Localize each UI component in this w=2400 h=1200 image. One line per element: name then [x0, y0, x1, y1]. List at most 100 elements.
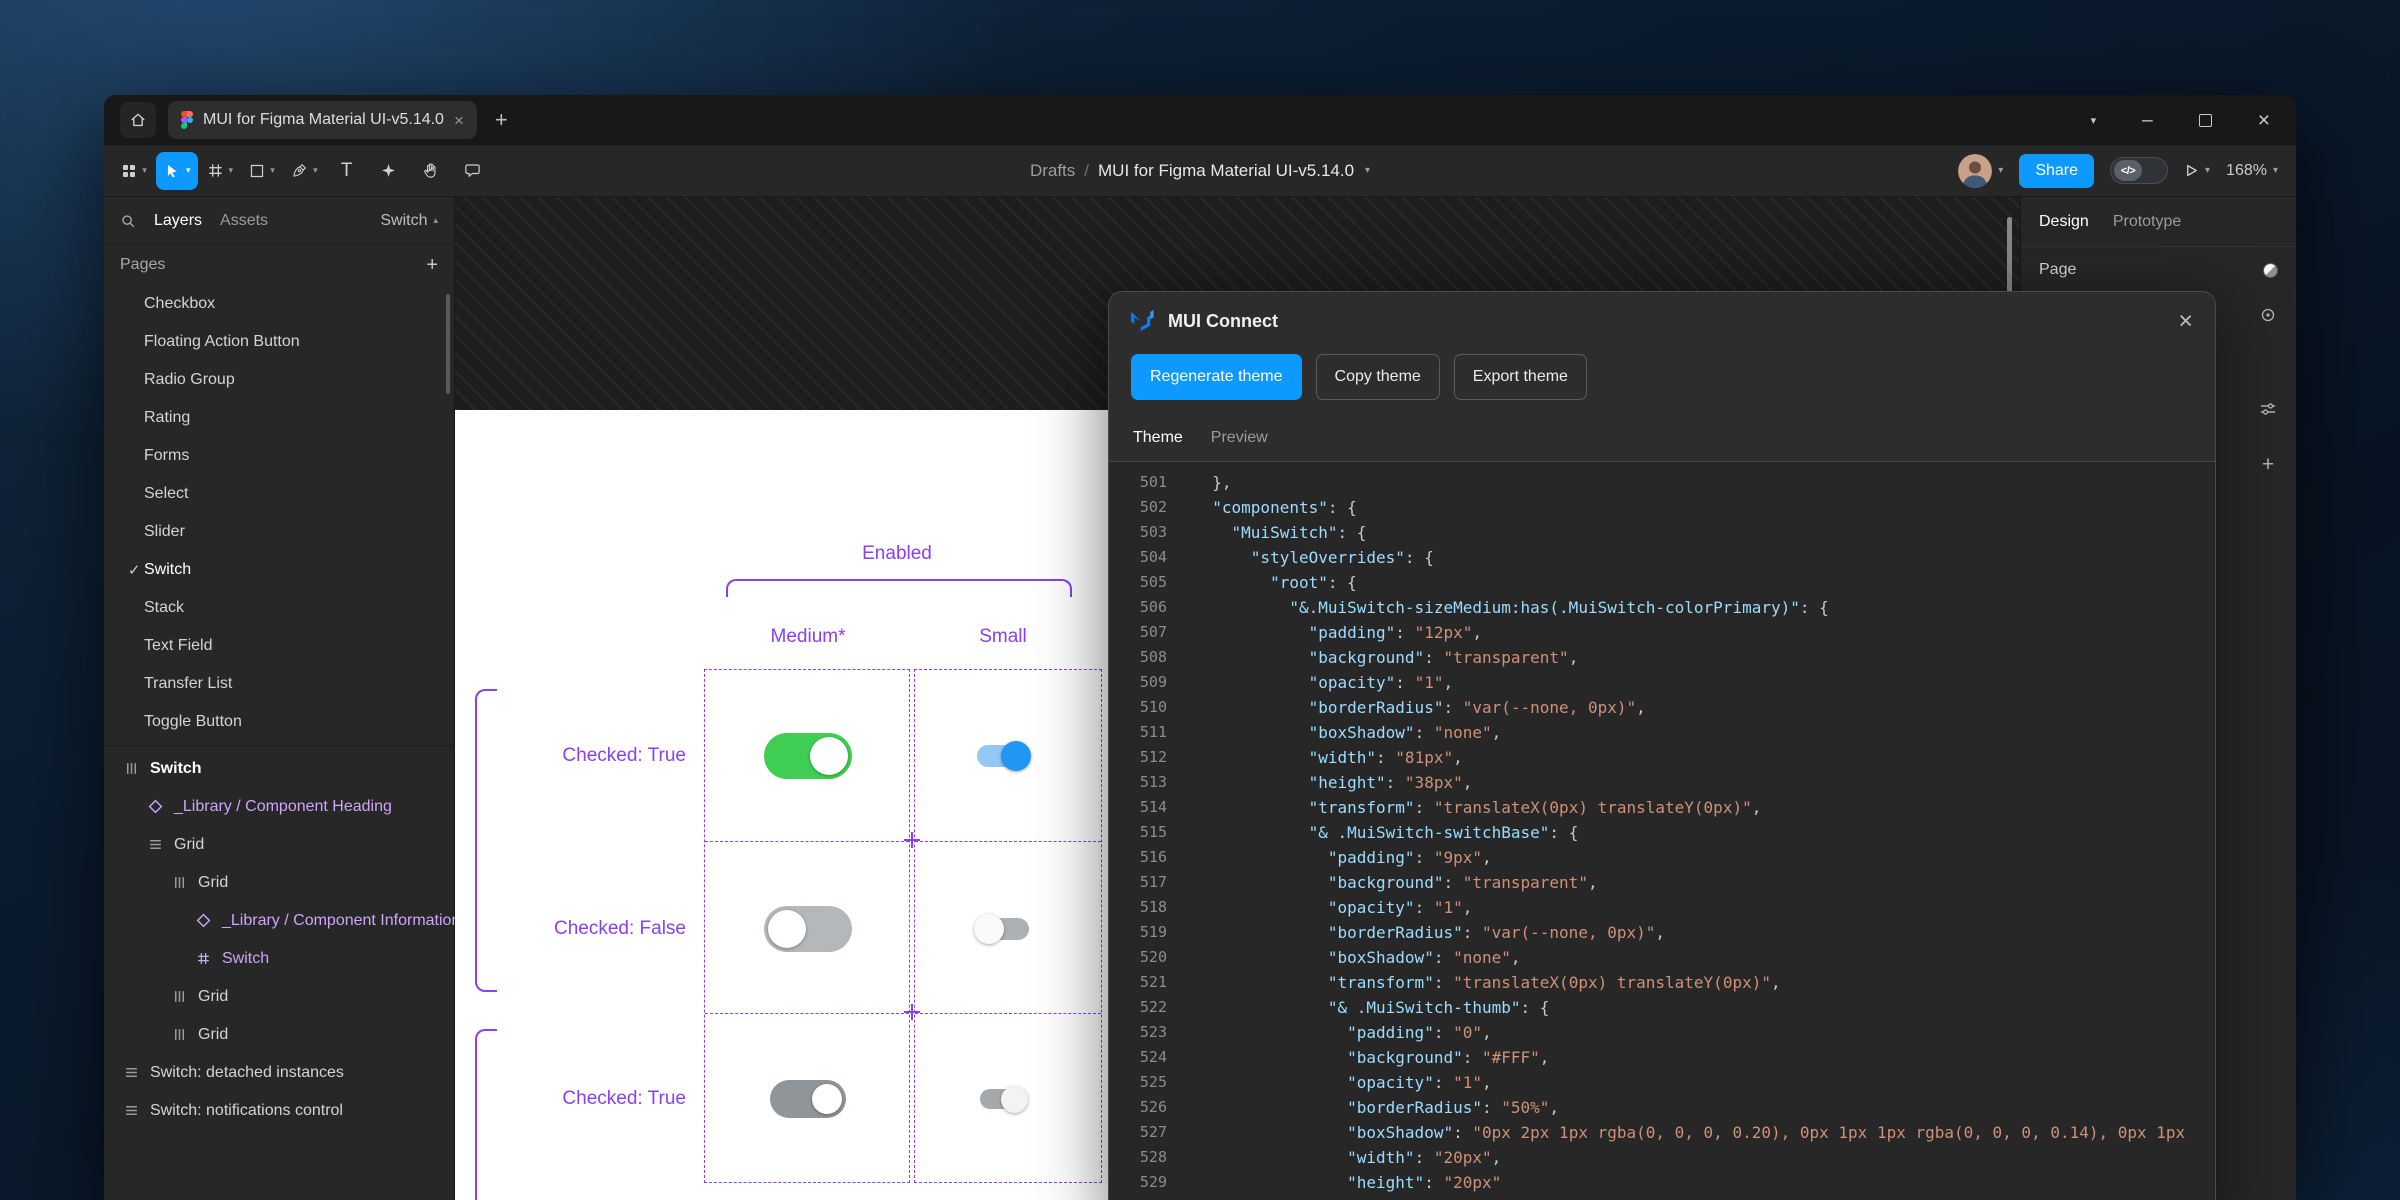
code-text: "padding": "9px",	[1167, 845, 1492, 870]
layer-item[interactable]: _Library / Component Information	[104, 902, 454, 940]
layer-item[interactable]: _Library / Component Heading	[104, 788, 454, 826]
layer-item[interactable]: Switch: notifications control	[104, 1092, 454, 1130]
code-line: 519 "borderRadius": "var(--none, 0px)",	[1109, 920, 2215, 945]
target-icon[interactable]	[2256, 303, 2280, 327]
file-tab[interactable]: MUI for Figma Material UI-v5.14.0 ×	[168, 101, 477, 139]
modal-header: MUI Connect ×	[1109, 292, 2215, 350]
comment-tool[interactable]	[453, 152, 493, 190]
code-line: 525 "opacity": "1",	[1109, 1070, 2215, 1095]
account-menu[interactable]: ▾	[1958, 154, 2003, 188]
tab-preview[interactable]: Preview	[1211, 429, 1268, 447]
switch-small-unchecked[interactable]	[977, 918, 1029, 940]
layer-item[interactable]: Grid	[104, 826, 454, 864]
tab-close-icon[interactable]: ×	[454, 112, 464, 129]
pen-tool[interactable]: ▾	[284, 152, 325, 190]
copy-theme-button[interactable]: Copy theme	[1316, 354, 1440, 400]
tool-group: ▾ ▾ ▾ ▾ ▾ T	[114, 145, 493, 196]
zoom-menu[interactable]: 168% ▾	[2226, 162, 2278, 180]
cursor-icon	[163, 162, 181, 180]
page-item[interactable]: Forms	[104, 437, 454, 475]
breadcrumb: Drafts / MUI for Figma Material UI-v5.14…	[1030, 145, 1370, 196]
layer-item[interactable]: Grid	[104, 978, 454, 1016]
tab-assets[interactable]: Assets	[220, 212, 268, 230]
right-panel-tabs: Design Prototype	[2021, 197, 2296, 247]
page-item[interactable]: Text Field	[104, 627, 454, 665]
page-item[interactable]: Transfer List	[104, 665, 454, 703]
layer-item[interactable]: Grid	[104, 1016, 454, 1054]
page-context-dropdown[interactable]: Switch ▴	[380, 212, 438, 230]
new-tab-button[interactable]: +	[495, 109, 508, 131]
layer-item[interactable]: Grid	[104, 864, 454, 902]
page-item[interactable]: ✓Switch	[104, 551, 454, 589]
share-button[interactable]: Share	[2019, 154, 2094, 188]
rectangle-icon	[249, 163, 265, 179]
page-item[interactable]: Toggle Button	[104, 703, 454, 741]
page-item[interactable]: Checkbox	[104, 285, 454, 323]
page-item[interactable]: Floating Action Button	[104, 323, 454, 361]
regenerate-theme-button[interactable]: Regenerate theme	[1131, 354, 1302, 400]
actions-tool[interactable]	[369, 152, 409, 190]
add-page-button[interactable]: +	[426, 255, 438, 275]
line-number: 519	[1109, 920, 1167, 945]
code-line: 514 "transform": "translateX(0px) transl…	[1109, 795, 2215, 820]
modal-tabs: Theme Preview	[1109, 414, 2215, 462]
theme-code-editor[interactable]: 501 },502 "components": {503 "MuiSwitch"…	[1109, 462, 2215, 1200]
line-number: 513	[1109, 770, 1167, 795]
tab-layers[interactable]: Layers	[154, 212, 202, 230]
maximize-button[interactable]	[2199, 114, 2212, 127]
file-menu-chevron-icon[interactable]: ▾	[1365, 165, 1370, 176]
layer-item-label: Switch: detached instances	[150, 1064, 344, 1082]
layer-item[interactable]: Switch: detached instances	[104, 1054, 454, 1092]
comment-bubble-icon	[464, 162, 481, 179]
window-menu-chevron-icon[interactable]: ▾	[2091, 114, 2097, 127]
switch-small-checked-disabled[interactable]	[980, 1089, 1026, 1109]
tab-prototype[interactable]: Prototype	[2113, 213, 2181, 231]
page-item[interactable]: Slider	[104, 513, 454, 551]
shape-tool[interactable]: ▾	[242, 152, 282, 190]
diamond-layer-icon	[148, 799, 164, 815]
add-style-icon[interactable]: +	[2256, 453, 2280, 477]
code-line: 526 "borderRadius": "50%",	[1109, 1095, 2215, 1120]
page-item[interactable]: Stack	[104, 589, 454, 627]
page-item[interactable]: Radio Group	[104, 361, 454, 399]
present-button[interactable]: ▾	[2184, 163, 2210, 178]
line-number: 516	[1109, 845, 1167, 870]
layer-item[interactable]: Switch	[104, 940, 454, 978]
variables-sliders-icon[interactable]	[2256, 397, 2280, 421]
search-icon[interactable]	[120, 213, 136, 229]
modal-close-icon[interactable]: ×	[2178, 309, 2193, 334]
tab-design[interactable]: Design	[2039, 213, 2089, 231]
switch-medium-checked-disabled[interactable]	[770, 1080, 846, 1118]
code-line: 510 "borderRadius": "var(--none, 0px)",	[1109, 695, 2215, 720]
frame-tool[interactable]: ▾	[200, 152, 241, 190]
code-text: "width": "81px",	[1167, 745, 1463, 770]
tab-theme[interactable]: Theme	[1133, 429, 1183, 447]
home-button[interactable]	[120, 102, 156, 138]
text-tool[interactable]: T	[327, 152, 367, 190]
switch-medium-unchecked[interactable]	[764, 906, 852, 952]
switch-medium-checked[interactable]	[764, 733, 852, 779]
move-tool[interactable]: ▾	[156, 152, 198, 190]
layers-list: Switch_Library / Component HeadingGridGr…	[104, 745, 454, 1130]
page-section-label: Page	[2039, 261, 2076, 279]
hand-tool[interactable]	[411, 152, 451, 190]
layer-item[interactable]: Switch	[104, 750, 454, 788]
code-text: "transform": "translateX(0px) translateY…	[1167, 970, 1781, 995]
main-menu-button[interactable]: ▾	[114, 152, 154, 190]
dashed-row-divider	[915, 1013, 1101, 1014]
minimize-button[interactable]: –	[2142, 111, 2153, 130]
code-line: 521 "transform": "translateX(0px) transl…	[1109, 970, 2215, 995]
page-color-swatch[interactable]	[2263, 263, 2278, 278]
line-number: 510	[1109, 695, 1167, 720]
page-item[interactable]: Rating	[104, 399, 454, 437]
breadcrumb-file-name[interactable]: MUI for Figma Material UI-v5.14.0	[1098, 161, 1354, 181]
pages-scrollbar[interactable]	[446, 294, 450, 394]
export-theme-button[interactable]: Export theme	[1454, 354, 1587, 400]
page-item[interactable]: Select	[104, 475, 454, 513]
close-window-button[interactable]: ×	[2258, 110, 2270, 131]
breadcrumb-folder[interactable]: Drafts	[1030, 161, 1075, 181]
pages-list: CheckboxFloating Action ButtonRadio Grou…	[104, 285, 454, 741]
toolbar-right-cluster: ▾ Share </> ▾ 168% ▾	[1958, 145, 2296, 196]
switch-small-checked[interactable]	[977, 745, 1029, 767]
dev-mode-toggle[interactable]: </>	[2110, 157, 2168, 184]
